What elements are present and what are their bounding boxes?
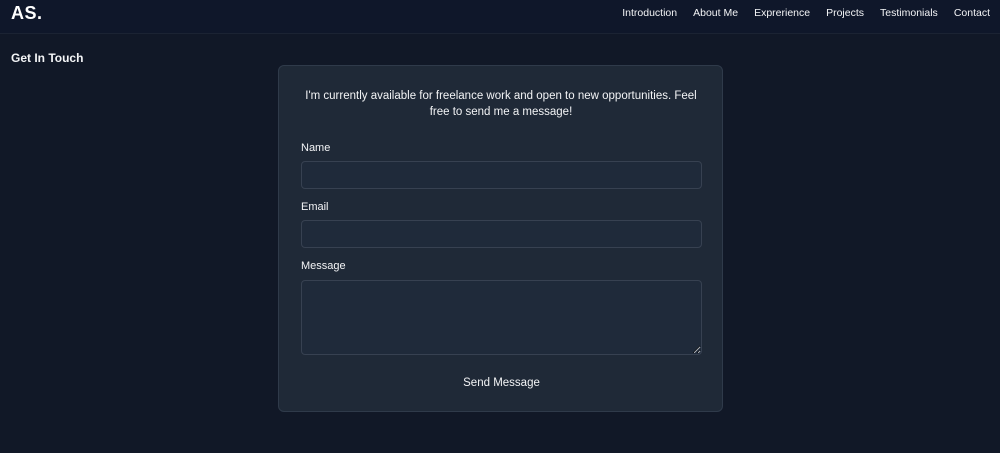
nav-link-introduction[interactable]: Introduction <box>622 7 677 19</box>
message-textarea[interactable] <box>301 280 702 355</box>
name-input[interactable] <box>301 161 702 189</box>
main-nav: Introduction About Me Exprerience Projec… <box>622 7 990 19</box>
nav-link-about-me[interactable]: About Me <box>693 7 738 19</box>
name-label: Name <box>301 142 331 154</box>
message-label: Message <box>301 260 346 272</box>
nav-link-experience[interactable]: Exprerience <box>754 7 810 19</box>
contact-intro-text: I'm currently available for freelance wo… <box>305 90 697 118</box>
contact-form-card: I'm currently available for freelance wo… <box>278 65 723 412</box>
email-input[interactable] <box>301 220 702 248</box>
site-logo[interactable]: AS. <box>11 3 43 24</box>
top-navbar: AS. Introduction About Me Exprerience Pr… <box>0 0 1000 34</box>
email-label: Email <box>301 201 329 213</box>
nav-link-testimonials[interactable]: Testimonials <box>880 7 938 19</box>
nav-link-contact[interactable]: Contact <box>954 7 990 19</box>
nav-link-projects[interactable]: Projects <box>826 7 864 19</box>
section-title: Get In Touch <box>11 51 84 65</box>
send-message-button[interactable]: Send Message <box>439 372 564 394</box>
